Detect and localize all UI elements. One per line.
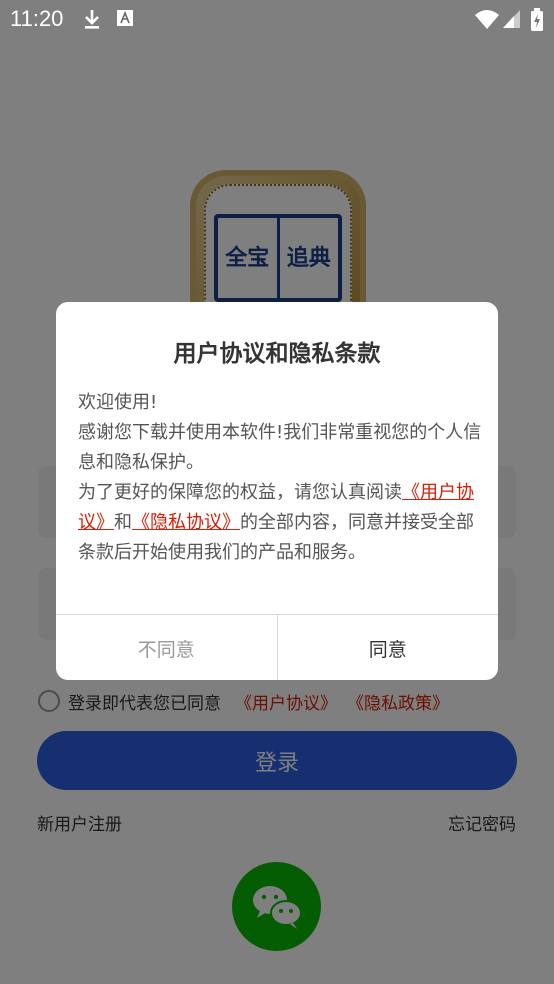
dialog-read-prefix: 为了更好的保障您的权益，请您认真阅读 [78,482,402,503]
status-bar: 11:20 [0,0,554,38]
dialog-and-text: 和 [114,512,132,533]
disagree-button[interactable]: 不同意 [56,615,278,680]
dialog-thanks-text: 感谢您下载并使用本软件!我们非常重视您的个人信息和隐私保护。 [78,422,482,473]
battery-charging-icon [531,8,543,31]
dialog-welcome-text: 欢迎使用! [78,392,158,413]
privacy-dialog: 用户协议和隐私条款 欢迎使用! 感谢您下载并使用本软件!我们非常重视您的个人信息… [56,302,498,680]
wifi-icon [475,10,499,29]
dialog-body: 欢迎使用! 感谢您下载并使用本软件!我们非常重视您的个人信息和隐私保护。 为了更… [78,388,482,568]
font-app-icon [117,10,133,26]
agree-button[interactable]: 同意 [278,615,499,680]
signal-icon [503,10,520,28]
dialog-title: 用户协议和隐私条款 [173,341,381,367]
status-time: 11:20 [10,6,64,31]
privacy-agreement-link[interactable]: 《隐私协议》 [132,512,240,533]
dialog-footer: 不同意 同意 [56,614,498,680]
dialog-read-text: 为了更好的保障您的权益，请您认真阅读《用户协议》和《隐私协议》的全部内容，同意并… [78,478,482,568]
download-icon [85,10,99,29]
